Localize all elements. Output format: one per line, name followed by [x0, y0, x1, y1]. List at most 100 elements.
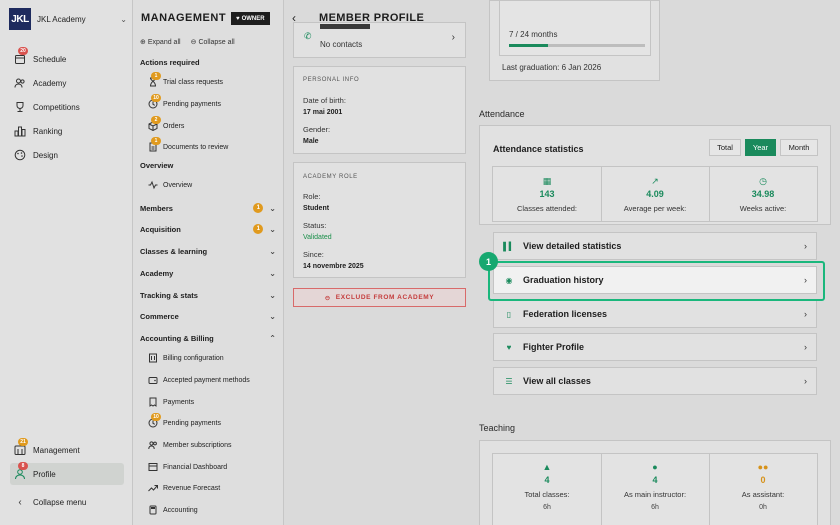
- list-icon: ☰: [505, 376, 513, 386]
- owner-badge: ♥ OWNER: [231, 12, 270, 25]
- collapse-all-button[interactable]: ⊖ Collapse all: [191, 38, 235, 46]
- receipt-icon: [147, 396, 159, 408]
- group-label: Classes & learning: [140, 246, 208, 256]
- link-label: View detailed statistics: [523, 241, 622, 251]
- accounting-item[interactable]: Accounting: [147, 502, 198, 518]
- group-academy[interactable]: Academy ⌄: [140, 266, 276, 280]
- chevron-right-icon: ›: [804, 241, 807, 251]
- pulse-icon: [147, 179, 159, 191]
- people-icon: [13, 76, 27, 90]
- member-subscriptions-item[interactable]: Member subscriptions: [147, 437, 231, 453]
- trophy-icon: [13, 100, 27, 114]
- graduation-progress-bar: [509, 44, 645, 47]
- pending-badge: 10: [151, 94, 161, 102]
- nav-item-academy[interactable]: Academy: [10, 72, 124, 94]
- group-acquisition[interactable]: Acquisition 1 ⌄: [140, 222, 276, 236]
- group-label: Commerce: [140, 311, 179, 321]
- chevron-down-icon: ⌄: [269, 268, 276, 278]
- group-classes-learning[interactable]: Classes & learning ⌄: [140, 244, 276, 258]
- stat-label: Weeks active:: [739, 204, 787, 213]
- accepted-payment-methods-item[interactable]: Accepted payment methods: [147, 372, 250, 388]
- orders-label: Orders: [163, 122, 185, 130]
- stat-sub: 6h: [543, 504, 551, 511]
- financial-dashboard-item[interactable]: Financial Dashboard: [147, 459, 227, 475]
- stat-value: 4: [544, 475, 550, 485]
- ranking-icon: [13, 124, 27, 138]
- pending-payments-action-item[interactable]: 10 Pending payments: [147, 94, 221, 112]
- nav-item-design[interactable]: Design: [10, 144, 124, 166]
- teaching-section-title: Teaching: [479, 423, 516, 433]
- gender-value: Male: [303, 138, 319, 145]
- calendar-icon: 20: [13, 47, 28, 66]
- nav-item-label: Academy: [33, 78, 67, 88]
- stat-total-classes: ▲ 4 Total classes: 6h: [493, 462, 601, 511]
- federation-licenses-button[interactable]: ▯ Federation licenses ›: [493, 300, 817, 328]
- chevron-left-icon: ‹: [18, 496, 22, 508]
- expand-all-label: Expand all: [147, 39, 181, 46]
- collapse-menu-label: Collapse menu: [33, 497, 87, 507]
- chevron-right-icon: ›: [451, 32, 455, 43]
- gender-label: Gender:: [303, 125, 331, 134]
- stat-classes-attended: ▦ 143 Classes attended:: [493, 176, 601, 213]
- stat-value: 34.98: [751, 189, 775, 199]
- pending-payments-item[interactable]: 10 Pending payments: [147, 413, 221, 431]
- collapse-icon: ⊖: [190, 39, 197, 46]
- chevron-down-icon: ⌄: [269, 311, 276, 321]
- exclude-from-academy-button[interactable]: ⊖ EXCLUDE FROM ACADEMY: [293, 288, 466, 307]
- expand-controls: ⊕ Expand all ⊖ Collapse all: [140, 38, 235, 46]
- billing-configuration-item[interactable]: Billing configuration: [147, 350, 224, 366]
- dob-value: 17 mai 2001: [303, 109, 343, 116]
- view-all-classes-button[interactable]: ☰ View all classes ›: [493, 367, 817, 395]
- trend-up-icon: ↗: [651, 176, 659, 186]
- personal-info-title: PERSONAL INFO: [303, 77, 360, 83]
- group-label: Academy: [140, 268, 174, 278]
- stat-average-per-week: ↗ 4.09 Average per week:: [601, 176, 709, 213]
- profile-icon: 8: [13, 462, 28, 481]
- since-value: 14 novembre 2025: [303, 263, 364, 270]
- view-detailed-statistics-button[interactable]: ▌▍ View detailed statistics ›: [493, 232, 817, 260]
- documents-review-item[interactable]: 1 Documents to review: [147, 137, 228, 155]
- fighter-profile-button[interactable]: ♥ Fighter Profile ›: [493, 333, 817, 361]
- people-icon: ●●: [757, 462, 769, 472]
- chevron-up-icon: ⌃: [269, 333, 276, 343]
- collapse-menu-button[interactable]: ‹ Collapse menu: [10, 491, 124, 513]
- group-members[interactable]: Members 1 ⌄: [140, 201, 276, 215]
- nav-item-ranking[interactable]: Ranking: [10, 120, 124, 142]
- overview-heading: Overview: [140, 161, 174, 170]
- heart-icon: ♥: [506, 342, 512, 352]
- nav-item-competitions[interactable]: Competitions: [10, 96, 124, 118]
- stat-weeks-active: ◷ 34.98 Weeks active:: [709, 176, 817, 213]
- revenue-forecast-item[interactable]: Revenue Forecast: [147, 480, 220, 496]
- owner-label: OWNER: [241, 15, 265, 22]
- billing-item-label: Billing configuration: [163, 354, 224, 362]
- link-label: Federation licenses: [523, 309, 608, 319]
- stat-value: 0: [760, 475, 766, 485]
- nav-item-management[interactable]: 21 Management: [10, 438, 124, 461]
- since-label: Since:: [303, 250, 324, 259]
- nav-item-schedule[interactable]: 20 Schedule: [10, 47, 124, 70]
- overview-item[interactable]: Overview: [147, 177, 192, 193]
- toggle-total[interactable]: Total: [709, 139, 741, 156]
- nav-item-profile[interactable]: 8 Profile: [10, 462, 124, 485]
- group-commerce[interactable]: Commerce ⌄: [140, 309, 276, 323]
- group-label: Acquisition: [140, 224, 181, 234]
- group-accounting-billing[interactable]: Accounting & Billing ⌃: [140, 331, 276, 345]
- hourglass-icon: 1: [147, 72, 161, 88]
- orders-item[interactable]: 2 Orders: [147, 116, 185, 134]
- toggle-month[interactable]: Month: [780, 139, 818, 156]
- trial-class-requests-item[interactable]: 1 Trial class requests: [147, 72, 223, 90]
- contacts-card[interactable]: ✆ No contacts ›: [293, 22, 466, 58]
- personal-info-card: PERSONAL INFO Date of birth: 17 mai 2001…: [293, 66, 466, 154]
- academy-role-title: ACADEMY ROLE: [303, 174, 358, 180]
- academy-switcher[interactable]: JKL JKL Academy ⌄: [9, 8, 127, 30]
- toggle-year[interactable]: Year: [745, 139, 776, 156]
- expand-all-button[interactable]: ⊕ Expand all: [140, 38, 181, 46]
- graduation-cap-icon: ▲: [542, 462, 552, 472]
- building-icon: [147, 352, 159, 364]
- group-tracking-stats[interactable]: Tracking & stats ⌄: [140, 288, 276, 302]
- chevron-down-icon: ⌄: [269, 290, 276, 300]
- role-value: Student: [303, 205, 330, 212]
- collapse-all-label: Collapse all: [198, 39, 235, 46]
- academy-logo: JKL: [9, 8, 31, 30]
- payments-item[interactable]: Payments: [147, 394, 194, 410]
